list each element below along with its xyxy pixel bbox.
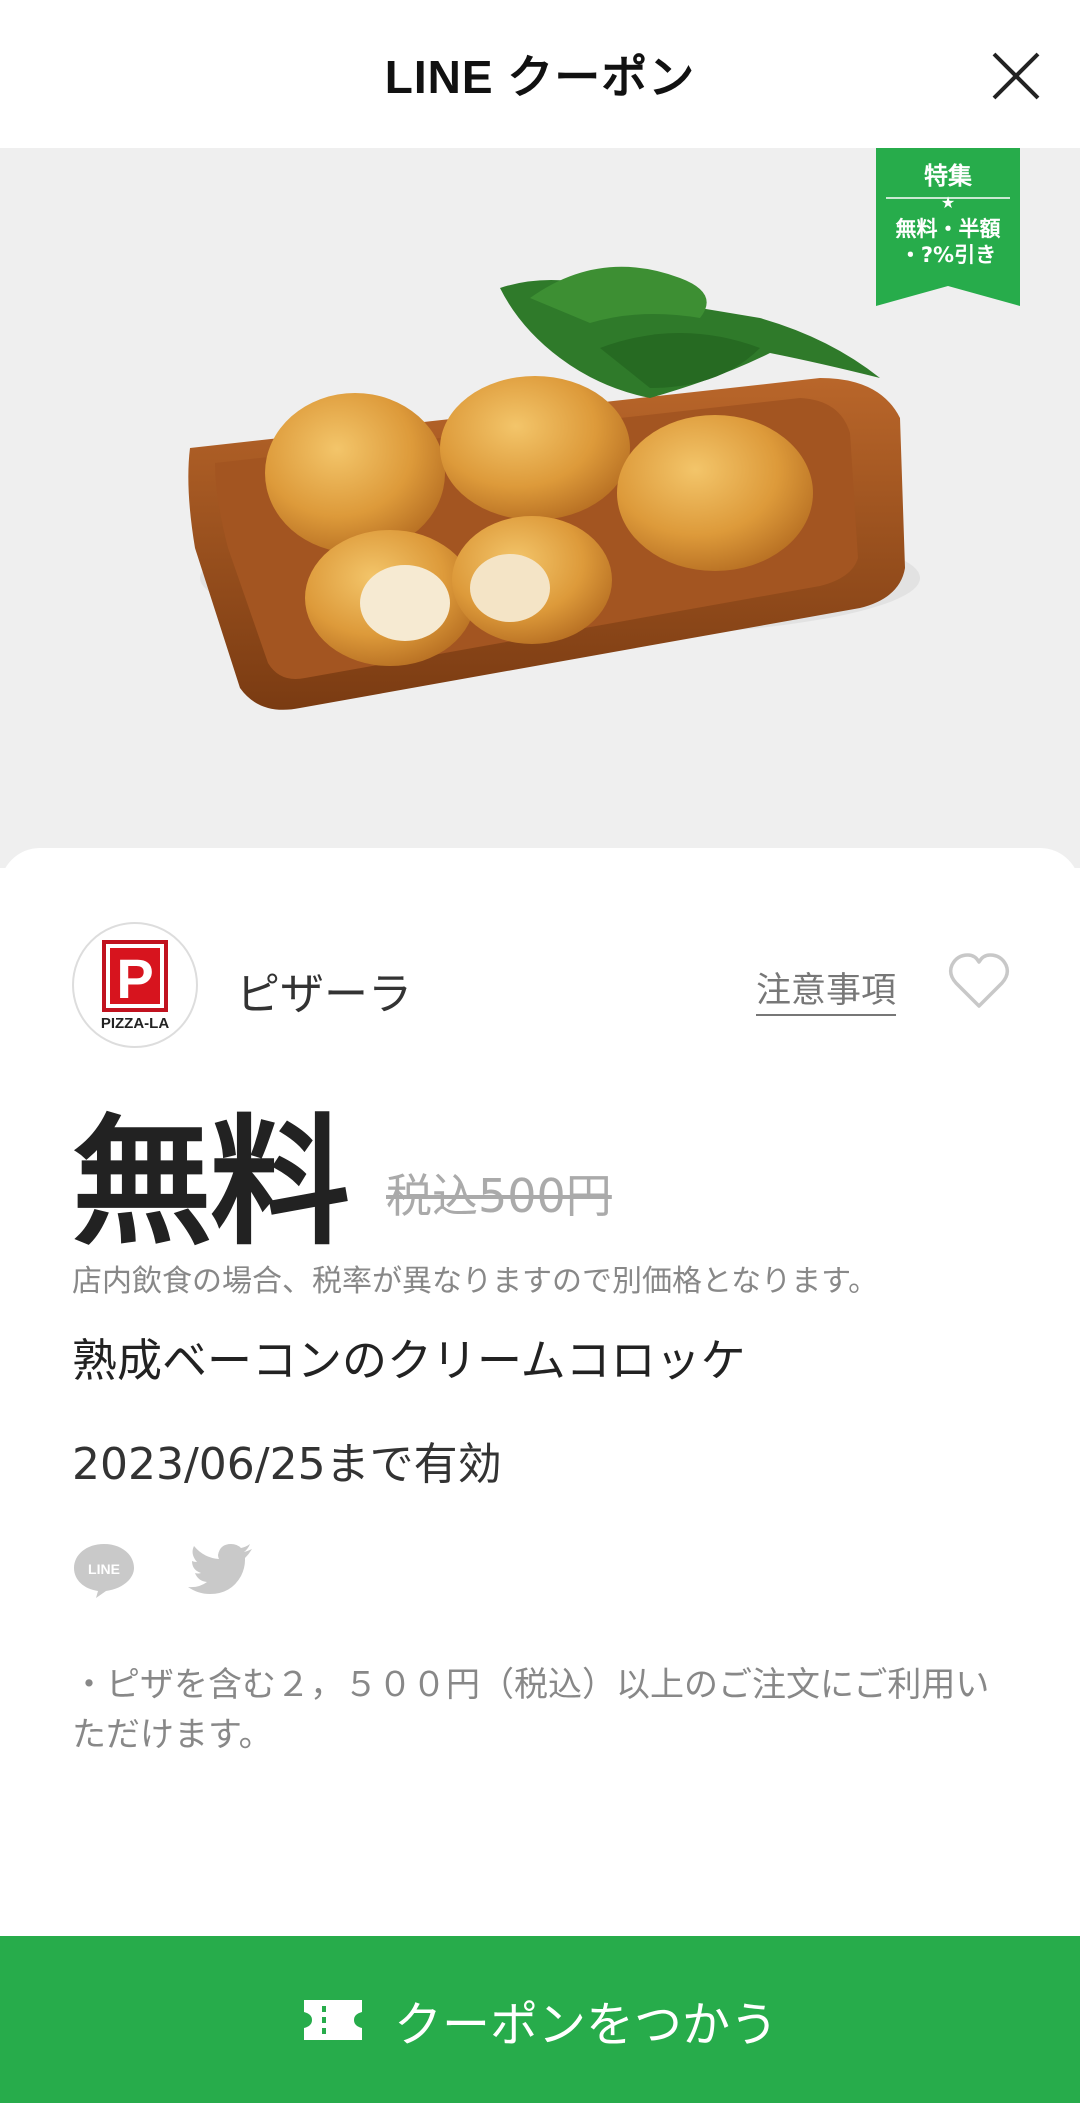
brand-logo: P PIZZA-LA (72, 922, 198, 1048)
terms-text: ・ピザを含む２，５００円（税込）以上のご注文にご利用いただけます。 (72, 1665, 990, 1755)
favorite-heart-icon[interactable] (948, 952, 1010, 1010)
brand-logo-letter: P (116, 947, 153, 1010)
use-coupon-label: クーポンをつかう (393, 1996, 778, 2053)
feature-ribbon[interactable]: 特集 ★ 無料・半額 ・?%引き (876, 148, 1020, 306)
header-title: LINE クーポン (384, 51, 696, 103)
product-name: 熟成ベーコンのクリームコロッケ (72, 1334, 746, 1387)
brand-logo-text: PIZZA-LA (101, 1015, 169, 1032)
twitter-share-icon[interactable] (186, 1542, 254, 1600)
app-header: LINE クーポン (0, 0, 1080, 148)
ribbon-star: ★ (941, 193, 955, 212)
product-image: 特集 ★ 無料・半額 ・?%引き (0, 148, 1080, 868)
brand-row: P PIZZA-LA ピザーラ 注意事項 (72, 922, 1010, 1048)
ribbon-line3: ・?%引き (900, 243, 996, 267)
valid-until: 2023/06/25まで有効 (72, 1439, 502, 1490)
notice-link[interactable]: 注意事項 (756, 962, 896, 1013)
coupon-card: P PIZZA-LA ピザーラ 注意事項 無料 税込500円 店内飲食の場合、税… (0, 848, 1080, 2103)
brand-name[interactable]: ピザーラ (236, 958, 412, 1022)
ticket-icon (303, 1999, 362, 2040)
price-original: 税込500円 (386, 1169, 612, 1223)
use-coupon-button[interactable]: クーポンをつかう (0, 1936, 1080, 2103)
line-share-icon[interactable]: LINE (72, 1540, 136, 1600)
price-main: 無料 (72, 1102, 350, 1265)
line-share-label: LINE (88, 1561, 120, 1577)
tax-note: 店内飲食の場合、税率が異なりますので別価格となります。 (72, 1264, 879, 1299)
ribbon-title: 特集 (924, 162, 973, 190)
close-icon[interactable] (990, 50, 1042, 102)
ribbon-line2: 無料・半額 (896, 217, 1001, 241)
